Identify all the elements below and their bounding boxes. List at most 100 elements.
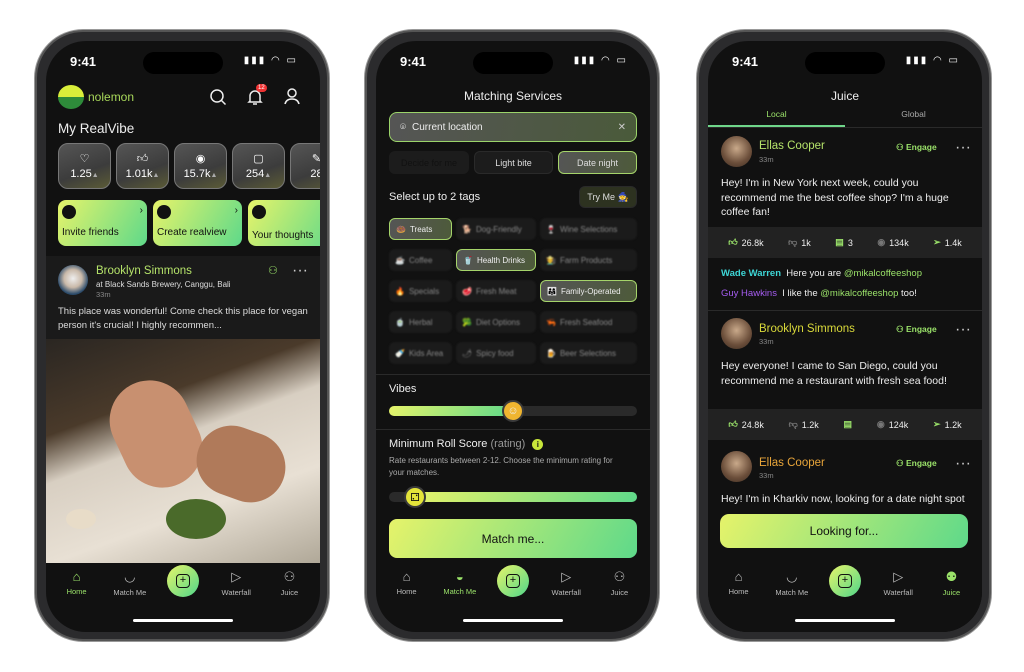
roll-score-label: Minimum Roll Score (rating) i [389, 438, 544, 450]
your-thoughts-card[interactable]: Your thoughts [248, 200, 320, 246]
stat-card-edits[interactable]: ✎ 28 [290, 143, 320, 189]
like-button[interactable]: 👍︎ 26.8k [728, 237, 763, 248]
mention-link[interactable]: @mikalcoffeeshop [820, 288, 898, 299]
tab-local[interactable]: Local [708, 109, 845, 119]
stat-card-rating[interactable]: ♡ 1.25▲ [58, 143, 111, 189]
mode-light-bite[interactable]: Light bite [474, 151, 553, 174]
more-icon[interactable]: ··· [955, 321, 971, 339]
roll-score-slider[interactable]: ⚁ [389, 486, 637, 508]
nav-home[interactable]: ⌂ Home [380, 563, 433, 613]
tag-farm-products[interactable]: 🧑‍🌾 Farm Products [540, 249, 637, 271]
looking-for-button[interactable]: Looking for... [720, 514, 968, 548]
tag-family-operated[interactable]: 👨‍👩‍👧 Family-Operated [540, 280, 637, 302]
tag-label: Fresh Seafood [559, 317, 613, 327]
try-me-button[interactable]: Try Me 🧙 [579, 186, 637, 208]
tag-wine-selections[interactable]: 🍷 Wine Selections [540, 218, 637, 240]
engage-button[interactable]: ⚇ Engage [896, 324, 937, 335]
comment-user[interactable]: Wade Warren [721, 268, 781, 279]
post-stats: 👍︎ 24.8k 👎︎ 1.2k ▤ ◉ 124k ➢ 1.2k [708, 409, 982, 440]
mention-link[interactable]: @mikalcoffeeshop [844, 268, 922, 279]
bell-icon[interactable]: 12 [246, 84, 267, 111]
post-author[interactable]: Brooklyn Simmons [96, 265, 192, 277]
nav-home[interactable]: ⌂ Home [712, 563, 765, 613]
avatar[interactable] [721, 318, 752, 349]
avatar[interactable] [721, 136, 752, 167]
nav-waterfall[interactable]: ▷ Waterfall [872, 563, 925, 613]
tag-fresh-seafood[interactable]: 🦐 Fresh Seafood [540, 311, 637, 333]
avatar[interactable] [58, 265, 88, 295]
nav-match-me[interactable]: ◡ Match Me [103, 563, 156, 613]
nav-juice[interactable]: ⚇ Juice [593, 563, 646, 613]
search-icon[interactable] [209, 88, 227, 111]
nav-match-me[interactable]: ◡ Match Me [765, 563, 818, 613]
post-image[interactable] [46, 339, 320, 563]
post-location: at Black Sands Brewery, Canggu, Bali [96, 280, 231, 289]
tag-label: Fresh Meat [475, 286, 517, 296]
mode-decide-for-me[interactable]: Decide for me [389, 151, 469, 174]
stat-card-comments[interactable]: ▢ 254▲ [232, 143, 285, 189]
info-icon[interactable]: i [532, 439, 544, 450]
nav-add[interactable]: + [156, 563, 209, 613]
actions-row: › Invite friends › Create realview Your th… [58, 200, 320, 246]
vibes-thumb-smile-icon[interactable]: ☺ [502, 400, 524, 422]
tag-health-drinks[interactable]: 🥤 Health Drinks [456, 249, 536, 271]
share-button[interactable]: ➢ 1.4k [933, 237, 962, 248]
tab-global[interactable]: Global [845, 109, 982, 119]
nav-juice[interactable]: ⚉ Juice [925, 563, 978, 613]
tag-coffee[interactable]: ☕ Coffee [389, 249, 452, 271]
follow-icon[interactable]: ⚇ [268, 264, 278, 277]
match-me-button[interactable]: Match me... [389, 519, 637, 558]
play-icon: ▷ [561, 569, 572, 584]
divider [376, 374, 650, 375]
tag-specials[interactable]: 🔥 Specials [389, 280, 452, 302]
tag-emoji-icon: 🥤 [463, 255, 473, 265]
tag-treats[interactable]: 🍩 Treats [389, 218, 452, 240]
tags-grid: 🍩 Treats 🐕 Dog-Friendly 🍷 Wine Selections ☕ Cof… [389, 218, 637, 364]
bowl-icon: ◡ [786, 569, 798, 584]
nav-waterfall[interactable]: ▷ Waterfall [210, 563, 263, 613]
clear-icon[interactable]: ✕ [618, 122, 626, 133]
engage-button[interactable]: ⚇ Engage [896, 142, 937, 153]
tag-spicy-food[interactable]: 🌶 Spicy food [456, 342, 536, 364]
comment-user[interactable]: Guy Hawkins [721, 288, 777, 299]
stat-card-views[interactable]: ◉ 15.7k▲ [174, 143, 227, 189]
tag-fresh-meat[interactable]: 🥩 Fresh Meat [456, 280, 536, 302]
like-button[interactable]: 👍︎ 24.8k [728, 419, 763, 430]
post-author[interactable]: Ellas Cooper [759, 140, 825, 152]
more-icon[interactable]: ··· [292, 262, 308, 280]
tag-diet-options[interactable]: 🥦 Diet Options [456, 311, 536, 333]
more-icon[interactable]: ··· [955, 139, 971, 157]
location-input[interactable]: ⌾ Current location ✕ [389, 112, 637, 142]
invite-friends-card[interactable]: › Invite friends [58, 200, 147, 246]
avatar[interactable] [721, 451, 752, 482]
nav-juice[interactable]: ⚇ Juice [263, 563, 316, 613]
mode-date-night[interactable]: Date night [558, 151, 637, 174]
tag-label: Specials [408, 286, 440, 296]
more-icon[interactable]: ··· [955, 455, 971, 473]
create-realview-card[interactable]: › Create realview [153, 200, 242, 246]
comment-button[interactable]: ▤ 3 [835, 237, 853, 248]
tag-herbal[interactable]: 🍵 Herbal [389, 311, 452, 333]
nav-waterfall[interactable]: ▷ Waterfall [540, 563, 593, 613]
nav-add[interactable]: + [818, 563, 871, 613]
share-button[interactable]: ➢ 1.2k [933, 419, 962, 430]
dislike-button[interactable]: 👎︎ 1k [788, 237, 811, 248]
tag-emoji-icon: 🍩 [396, 224, 406, 234]
post-author[interactable]: Ellas Cooper [759, 457, 825, 469]
comment-button[interactable]: ▤ [844, 419, 853, 430]
tag-beer-selections[interactable]: 🍺 Beer Selections [540, 342, 637, 364]
nav-home[interactable]: ⌂ Home [50, 563, 103, 613]
location-pin-icon: ⌾ [400, 121, 406, 133]
dislike-button[interactable]: 👎︎ 1.2k [789, 419, 819, 430]
nav-add[interactable]: + [486, 563, 539, 613]
tag-kids-area[interactable]: 🍼 Kids Area [389, 342, 452, 364]
tag-dog-friendly[interactable]: 🐕 Dog-Friendly [456, 218, 536, 240]
dice-thumb-icon[interactable]: ⚁ [404, 486, 426, 508]
stat-card-likes[interactable]: 👍︎ 1.01k▲ [116, 143, 169, 189]
nav-match-me[interactable]: ◒ Match Me [433, 563, 486, 613]
divider [376, 429, 650, 430]
vibes-slider[interactable]: ☺ [389, 400, 637, 422]
post-author[interactable]: Brooklyn Simmons [759, 323, 855, 335]
profile-icon[interactable] [283, 87, 301, 110]
engage-button[interactable]: ⚇ Engage [896, 458, 937, 469]
